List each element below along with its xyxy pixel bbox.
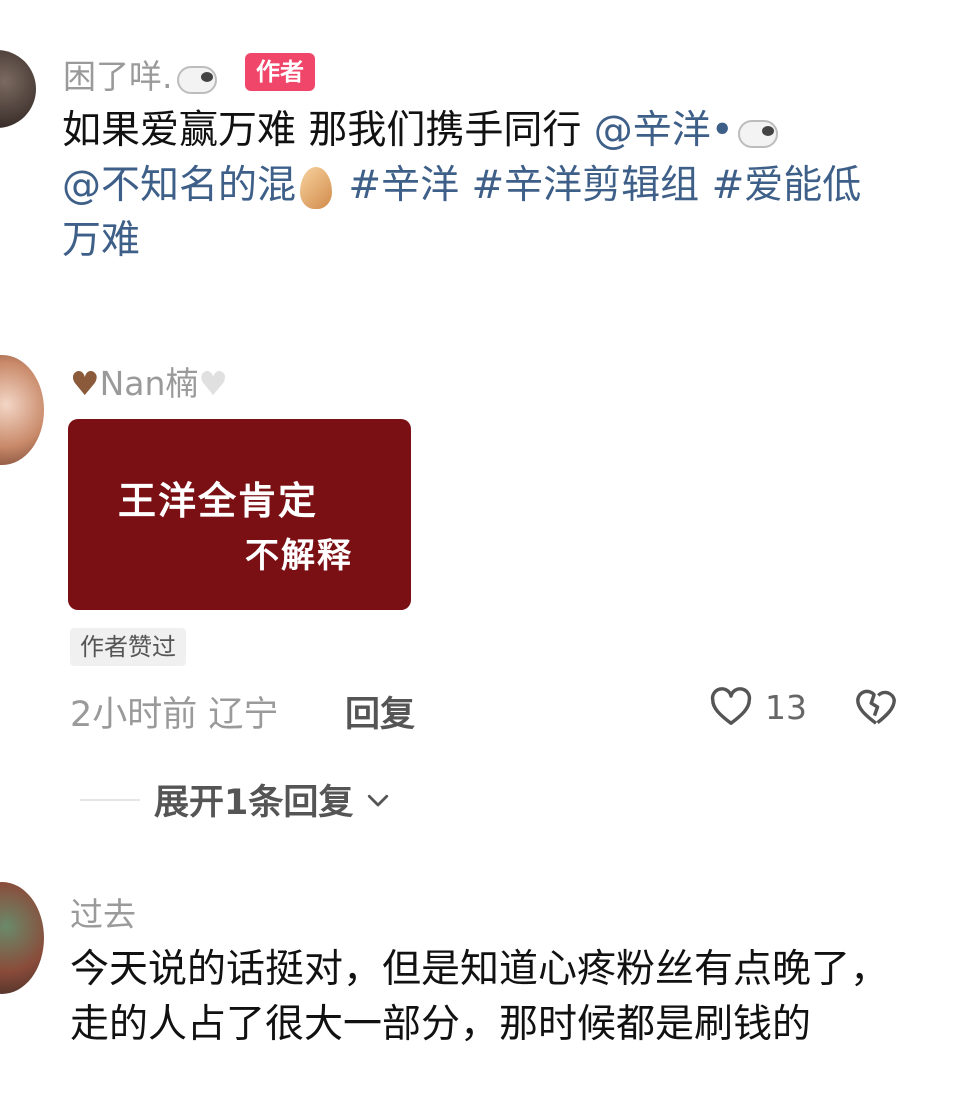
- expand-replies-label: 展开1条回复: [154, 783, 354, 823]
- sheep-icon: [734, 118, 778, 148]
- avatar[interactable]: [0, 50, 36, 128]
- like-count: 13: [765, 688, 807, 727]
- expand-replies[interactable]: 展开1条回复: [80, 774, 393, 825]
- comment-text: 如果爱赢万难 那我们携手同行 @辛洋• @不知名的混 #辛洋 #辛洋剪辑组 #爱…: [62, 108, 862, 263]
- author-liked-badge: 作者赞过: [70, 628, 186, 666]
- heart-icon[interactable]: [708, 684, 754, 730]
- egg-icon: [300, 166, 333, 209]
- divider: [80, 798, 140, 801]
- sheep-icon: [173, 64, 217, 94]
- comment-username[interactable]: 过去: [70, 888, 136, 936]
- white-heart-icon: ♥: [198, 364, 229, 403]
- image-caption-line1: 王洋全肯定: [118, 478, 319, 523]
- image-caption-line2: 不解释: [245, 536, 353, 576]
- avatar[interactable]: [0, 882, 44, 994]
- mention-link[interactable]: @不知名的混: [62, 163, 296, 208]
- brown-heart-icon: ♥: [70, 364, 100, 403]
- timestamp-location: 2小时前 辽宁: [70, 695, 279, 735]
- comment-text: 今天说的话挺对，但是知道心疼粉丝有点晚了，走的人占了很大一部分，那时候都是刷钱的: [70, 947, 890, 1047]
- avatar[interactable]: [0, 355, 44, 465]
- chevron-down-icon: [368, 794, 389, 806]
- reply-button[interactable]: 回复: [345, 686, 415, 737]
- comment-username[interactable]: 困了咩.: [63, 50, 217, 98]
- broken-heart-icon[interactable]: [852, 684, 900, 730]
- comment-username[interactable]: ♥Nan楠♥: [70, 357, 228, 405]
- mention-link[interactable]: @辛洋•: [594, 108, 734, 153]
- author-badge: 作者: [245, 53, 315, 91]
